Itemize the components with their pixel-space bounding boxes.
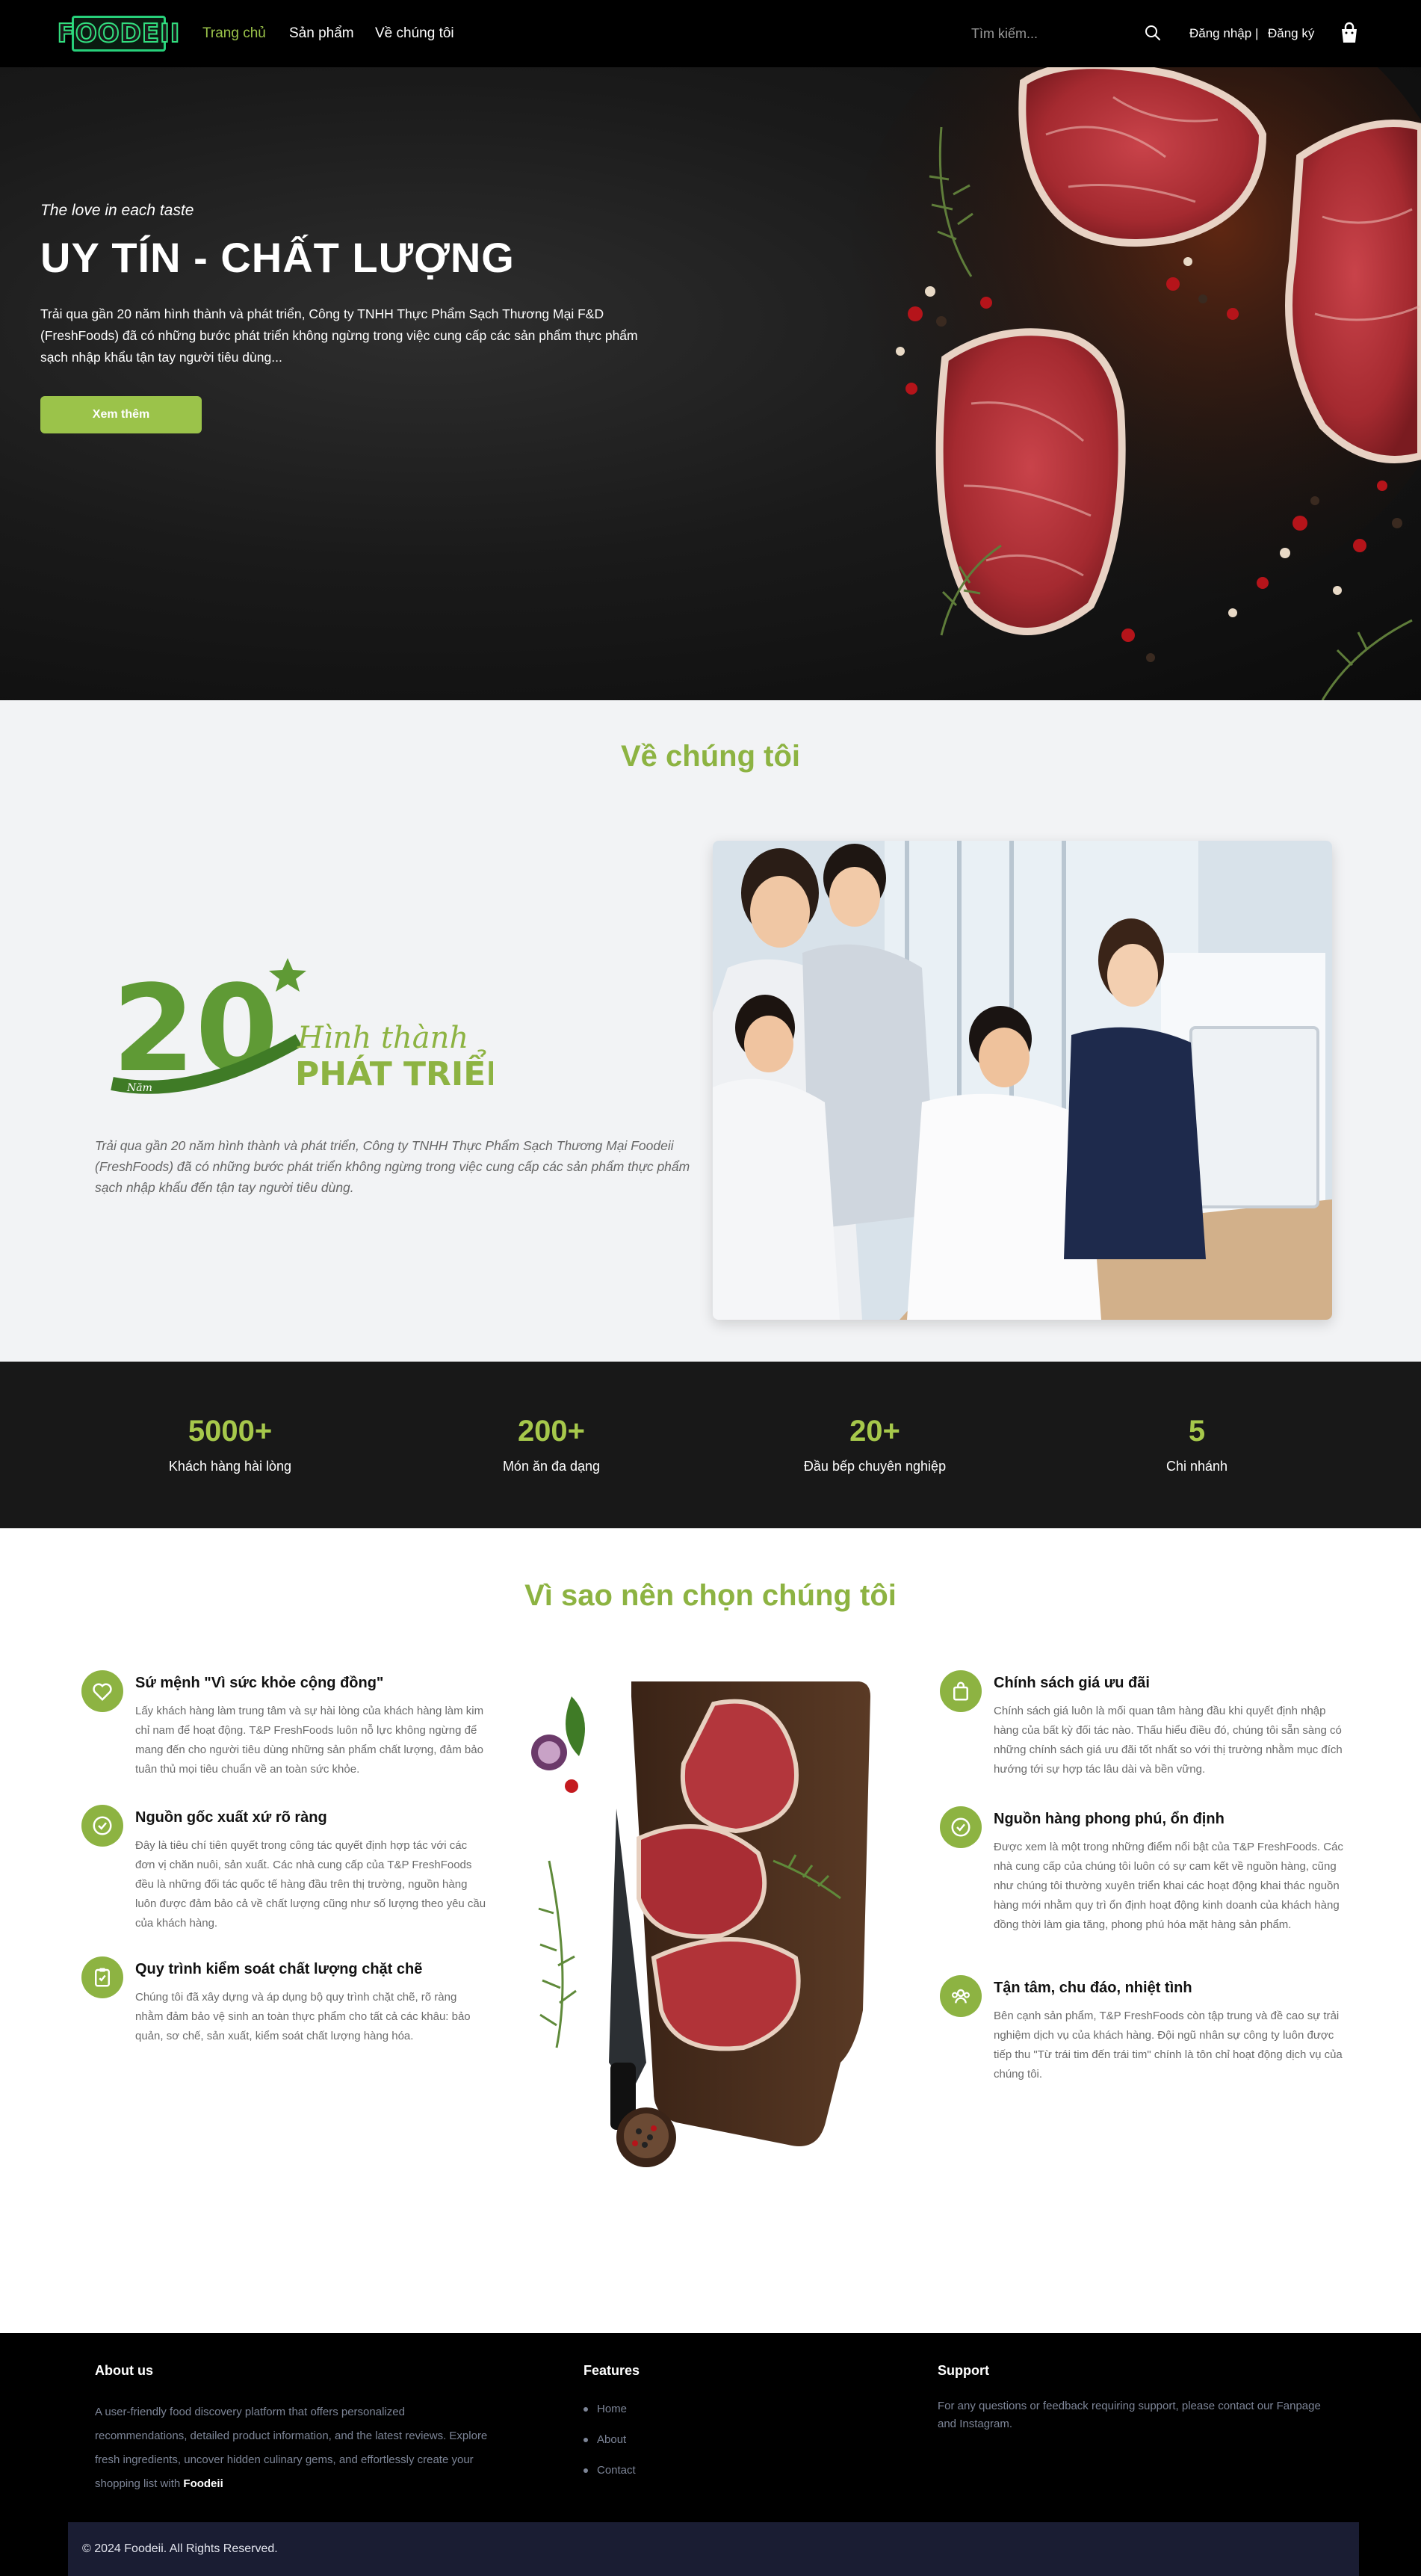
footer-link-home[interactable]: Home: [583, 2394, 636, 2424]
badge-small-word: Năm: [126, 1082, 152, 1094]
shopping-bag-icon: [940, 1670, 982, 1712]
top-navbar: FOODEII Trang chủ Sản phẩm Về chúng tôi …: [0, 0, 1421, 67]
search-icon[interactable]: [1144, 24, 1162, 42]
stat-value: 200+: [517, 1415, 586, 1448]
stat-dishes: 200+ Món ăn đa dạng: [439, 1414, 663, 1474]
login-link[interactable]: Đăng nhập: [1189, 25, 1251, 43]
stat-label: Khách hàng hài lòng: [168, 1459, 292, 1474]
stat-label: Chi nhánh: [1165, 1459, 1228, 1474]
feature-description: Bên cạnh sản phẩm, T&P FreshFoods còn tậ…: [994, 2010, 1343, 2081]
feature-title: Nguồn hàng phong phú, ổn định: [994, 1811, 1225, 1827]
feature-description: Chúng tôi đã xây dựng và áp dụng bộ quy …: [135, 1991, 471, 2042]
feature-origin: Nguồn gốc xuất xứ rõ ràng Đây là tiêu ch…: [81, 1805, 486, 1939]
brand-logo[interactable]: FOODEII: [57, 16, 180, 52]
stat-branches: 5 Chi nhánh: [1085, 1414, 1309, 1474]
about-section: Về chúng tôi 20 Năm Hình thành PHÁT TRIỂ…: [0, 700, 1421, 1362]
why-choose-us-section: Vì sao nên chọn chúng tôi Sứ mệnh "Vì sứ…: [0, 1528, 1421, 2333]
nav-link-products[interactable]: Sản phẩm: [289, 24, 354, 43]
check-circle-icon: [940, 1806, 982, 1848]
nav-link-home[interactable]: Trang chủ: [202, 24, 266, 43]
auth-separator: |: [1255, 26, 1259, 40]
team-photo: [713, 841, 1332, 1320]
feature-description: Đây là tiêu chí tiên quyết trong công tá…: [135, 1839, 486, 1930]
stat-value: 5: [1188, 1415, 1206, 1448]
footer-support-text: For any questions or feedback requiring …: [938, 2400, 1321, 2430]
footer-about-text: A user-friendly food discovery platform …: [95, 2406, 488, 2490]
feature-title: Tận tâm, chu đáo, nhiệt tình: [994, 1980, 1192, 1996]
stat-label: Món ăn đa dạng: [502, 1459, 601, 1474]
feature-description: Lấy khách hàng làm trung tâm và sự hài l…: [135, 1705, 484, 1776]
footer-link-about[interactable]: About: [583, 2424, 636, 2455]
hero-tagline: The love in each taste: [40, 202, 194, 219]
feature-description: Chính sách giá luôn là mối quan tâm hàng…: [994, 1705, 1343, 1776]
hero-description: Trải qua gần 20 năm hình thành và phát t…: [40, 306, 638, 365]
feature-title: Sứ mệnh "Vì sức khỏe cộng đồng": [135, 1675, 384, 1691]
stat-label: Đầu bếp chuyên nghiệp: [803, 1459, 947, 1474]
feature-mission: Sứ mệnh "Vì sức khỏe cộng đồng" Lấy khác…: [81, 1670, 485, 1797]
footer-features-title: Features: [583, 2363, 640, 2378]
feature-title: Chính sách giá ưu đãi: [994, 1675, 1150, 1691]
stat-value: 5000+: [188, 1415, 273, 1448]
hero-banner: The love in each taste UY TÍN - CHẤT LƯỢ…: [0, 67, 1421, 700]
register-link[interactable]: Đăng ký: [1268, 25, 1314, 43]
feature-title: Nguồn gốc xuất xứ rõ ràng: [135, 1809, 327, 1826]
stats-band: 5000+ Khách hàng hài lòng 200+ Món ăn đa…: [0, 1362, 1421, 1528]
twenty-years-badge: 20 Năm Hình thành PHÁT TRIỂN: [111, 958, 493, 1099]
footer-support-title: Support: [938, 2363, 989, 2378]
badge-line2: PHÁT TRIỂN: [295, 1048, 493, 1093]
footer-about-title: About us: [95, 2363, 153, 2378]
stat-value: 20+: [849, 1415, 900, 1448]
feature-pricing: Chính sách giá ưu đãi Chính sách giá luô…: [940, 1670, 1343, 1797]
feature-service: Tận tâm, chu đáo, nhiệt tình Bên cạnh sả…: [940, 1975, 1343, 2087]
feature-quality-control: Quy trình kiểm soát chất lượng chặt chẽ …: [81, 1956, 485, 2061]
why-title: Vì sao nên chọn chúng tôi: [524, 1579, 897, 1612]
about-title: Về chúng tôi: [621, 740, 800, 773]
badge-line1: Hình thành: [297, 1021, 468, 1055]
stat-customers: 5000+ Khách hàng hài lòng: [118, 1414, 342, 1474]
see-more-button[interactable]: Xem thêm: [40, 396, 202, 433]
site-footer: About us A user-friendly food discovery …: [0, 2333, 1421, 2576]
users-icon: [940, 1975, 982, 2017]
copyright-bar: © 2024 Foodeii. All Rights Reserved.: [68, 2522, 1359, 2576]
footer-brand: Foodeii: [183, 2477, 223, 2490]
nav-link-about[interactable]: Về chúng tôi: [375, 24, 454, 43]
stat-chefs: 20+ Đầu bếp chuyên nghiệp: [763, 1414, 987, 1474]
footer-link-contact[interactable]: Contact: [583, 2455, 636, 2486]
hero-steak-image: [844, 67, 1421, 700]
steak-board-image: [531, 1681, 870, 2167]
hero-title: UY TÍN - CHẤT LƯỢNG: [40, 234, 515, 281]
heart-icon: [81, 1670, 123, 1712]
feature-supply: Nguồn hàng phong phú, ổn định Được xem l…: [940, 1806, 1343, 1956]
search-input[interactable]: [971, 21, 1151, 46]
check-circle-icon: [81, 1805, 123, 1847]
feature-title: Quy trình kiểm soát chất lượng chặt chẽ: [135, 1961, 423, 1977]
shopping-bag-icon[interactable]: [1340, 22, 1359, 44]
footer-features-list: Home About Contact: [583, 2394, 636, 2486]
about-description: Trải qua gần 20 năm hình thành và phát t…: [95, 1138, 690, 1195]
clipboard-check-icon: [81, 1956, 123, 1998]
feature-description: Được xem là một trong những điểm nổi bật…: [994, 1841, 1343, 1931]
